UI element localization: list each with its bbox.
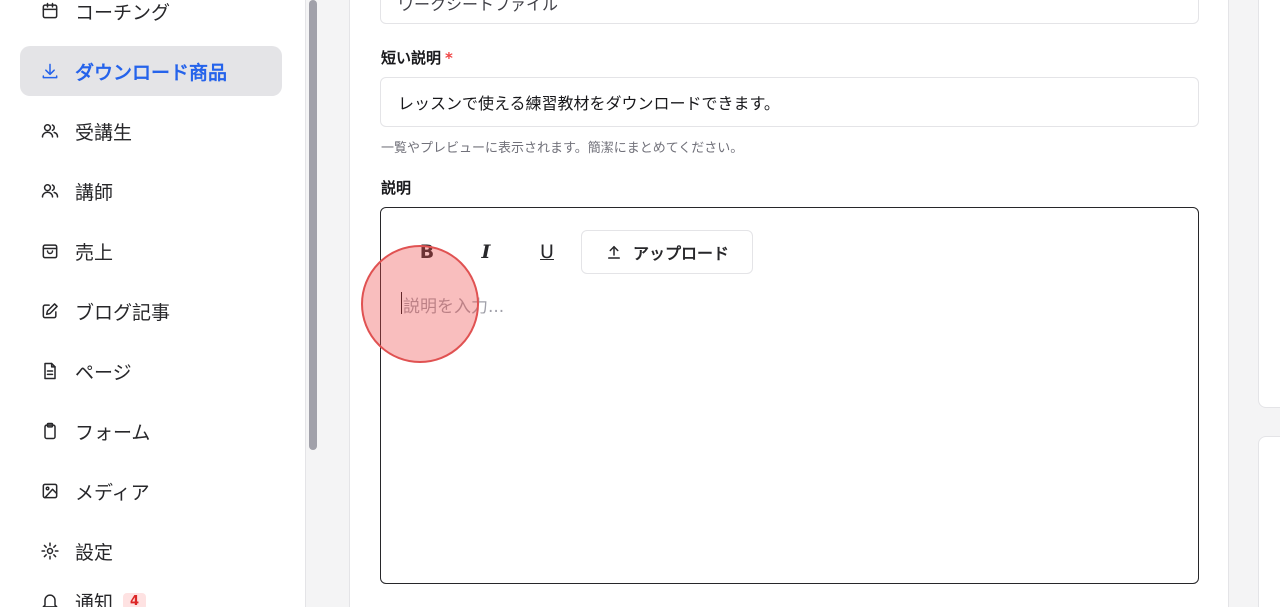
sidebar: コーチング ダウンロード商品 受講生 講師 売上 ブログ記事 ページ フォーム … <box>0 0 305 607</box>
sidebar-scrollbar[interactable] <box>305 0 319 607</box>
sidebar-item-sales[interactable]: 売上 <box>20 226 282 276</box>
sidebar-scrollbar-thumb[interactable] <box>309 0 317 450</box>
sidebar-item-instructors[interactable]: 講師 <box>20 166 282 216</box>
sidebar-item-label: 設定 <box>75 541 114 564</box>
sidebar-item-label: コーチング <box>75 1 171 24</box>
upload-icon <box>607 245 620 259</box>
short-description-help: 一覧やプレビューに表示されます。簡潔にまとめてください。 <box>381 141 744 156</box>
product-form-card: ワークシートファイル 短い説明 * レッスンで使える練習教材をダウンロードできます… <box>349 0 1229 607</box>
sidebar-item-label: 売上 <box>75 241 114 264</box>
short-description-label: 短い説明 * <box>381 49 453 67</box>
sidebar-item-label: ブログ記事 <box>75 301 171 324</box>
download-icon <box>39 60 61 82</box>
sidebar-item-label: メディア <box>75 481 150 504</box>
file-text-icon <box>39 360 61 382</box>
users-icon <box>39 120 61 142</box>
sidebar-item-label: 受講生 <box>75 121 133 144</box>
edit-icon <box>39 300 61 322</box>
sidebar-item-downloads[interactable]: ダウンロード商品 <box>20 46 282 96</box>
sidebar-item-label: ダウンロード商品 <box>75 61 228 84</box>
sidebar-item-media[interactable]: メディア <box>20 466 282 516</box>
sidebar-item-students[interactable]: 受講生 <box>20 106 282 156</box>
calendar-icon <box>39 0 61 22</box>
clipboard-icon <box>39 420 61 442</box>
notification-badge: 4 <box>123 592 147 607</box>
description-label: 説明 <box>381 179 412 197</box>
sidebar-item-label: 講師 <box>75 181 114 204</box>
required-mark: * <box>445 49 453 67</box>
app: コーチング ダウンロード商品 受講生 講師 売上 ブログ記事 ページ フォーム … <box>0 0 1280 607</box>
bold-button[interactable]: B <box>414 230 440 274</box>
underline-button[interactable]: U <box>534 230 560 274</box>
sidebar-item-label: フォーム <box>75 421 151 444</box>
users-icon <box>39 180 61 202</box>
gear-icon <box>39 540 61 562</box>
shopping-bag-icon <box>39 240 61 262</box>
description-editor[interactable]: B I U アップロード 説明を入力... <box>380 207 1199 584</box>
short-description-input[interactable]: レッスンで使える練習教材をダウンロードできます。 <box>380 77 1199 127</box>
description-placeholder: 説明を入力... <box>403 297 505 317</box>
italic-button[interactable]: I <box>473 230 499 274</box>
upload-button-label: アップロード <box>632 244 729 263</box>
sidebar-item-forms[interactable]: フォーム <box>20 406 282 456</box>
sidebar-item-label: ページ <box>75 361 132 384</box>
image-icon <box>39 480 61 502</box>
right-panel-top <box>1258 0 1280 408</box>
sidebar-item-blog[interactable]: ブログ記事 <box>20 286 282 336</box>
sidebar-item-coaching[interactable]: コーチング <box>20 0 282 36</box>
text-caret <box>401 292 402 314</box>
previous-field-input[interactable]: ワークシートファイル <box>380 0 1199 24</box>
upload-button[interactable]: アップロード <box>581 230 753 274</box>
bell-icon <box>39 590 61 607</box>
sidebar-item-notifications[interactable]: 通知 4 <box>20 576 282 607</box>
right-panel-bottom <box>1258 436 1280 607</box>
sidebar-item-label: 通知 <box>75 591 114 607</box>
sidebar-item-settings[interactable]: 設定 <box>20 526 282 576</box>
sidebar-item-pages[interactable]: ページ <box>20 346 282 396</box>
